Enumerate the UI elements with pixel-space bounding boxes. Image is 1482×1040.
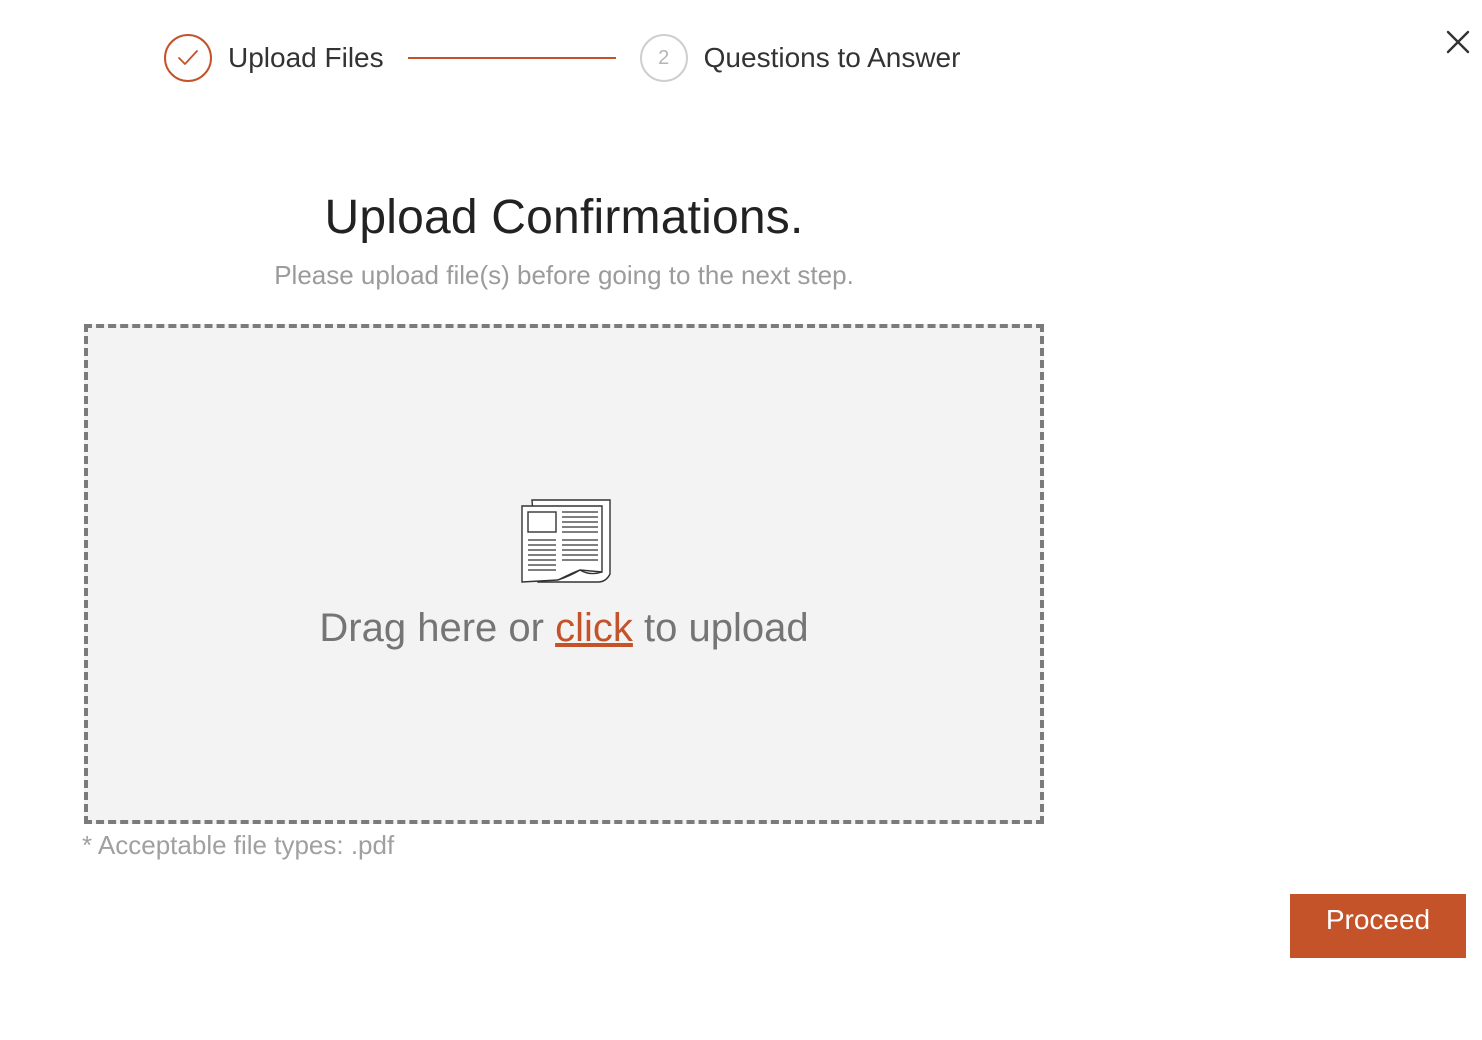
stepper: Upload Files 2 Questions to Answer [164,34,960,82]
step-completed-indicator [164,34,212,82]
close-icon [1446,30,1470,54]
check-icon [178,50,198,65]
page-subtitle: Please upload file(s) before going to th… [274,260,854,290]
upload-click-link[interactable]: click [555,606,633,650]
file-types-note: * Acceptable file types: .pdf [82,830,395,860]
dropzone-instructions: Drag here or click to upload [88,606,1040,651]
step-label-upload-files: Upload Files [228,42,384,73]
dropzone-text-after: to upload [632,606,809,650]
file-dropzone[interactable]: Drag here or click to upload [84,324,1044,824]
page-title: Upload Confirmations. [324,191,804,244]
step-number-indicator: 2 [639,34,688,82]
step-questions: 2 Questions to Answer [639,34,961,82]
upload-dialog: Upload Files 2 Questions to Answer Uploa… [0,0,1482,1040]
close-button[interactable] [1444,28,1472,56]
document-icon [521,499,611,583]
proceed-button[interactable]: Proceed [1290,894,1466,958]
dropzone-text-before: Drag here or [319,606,556,650]
step-upload-files: Upload Files [164,34,384,82]
step-label-questions: Questions to Answer [703,42,961,73]
step-connector [407,57,616,59]
